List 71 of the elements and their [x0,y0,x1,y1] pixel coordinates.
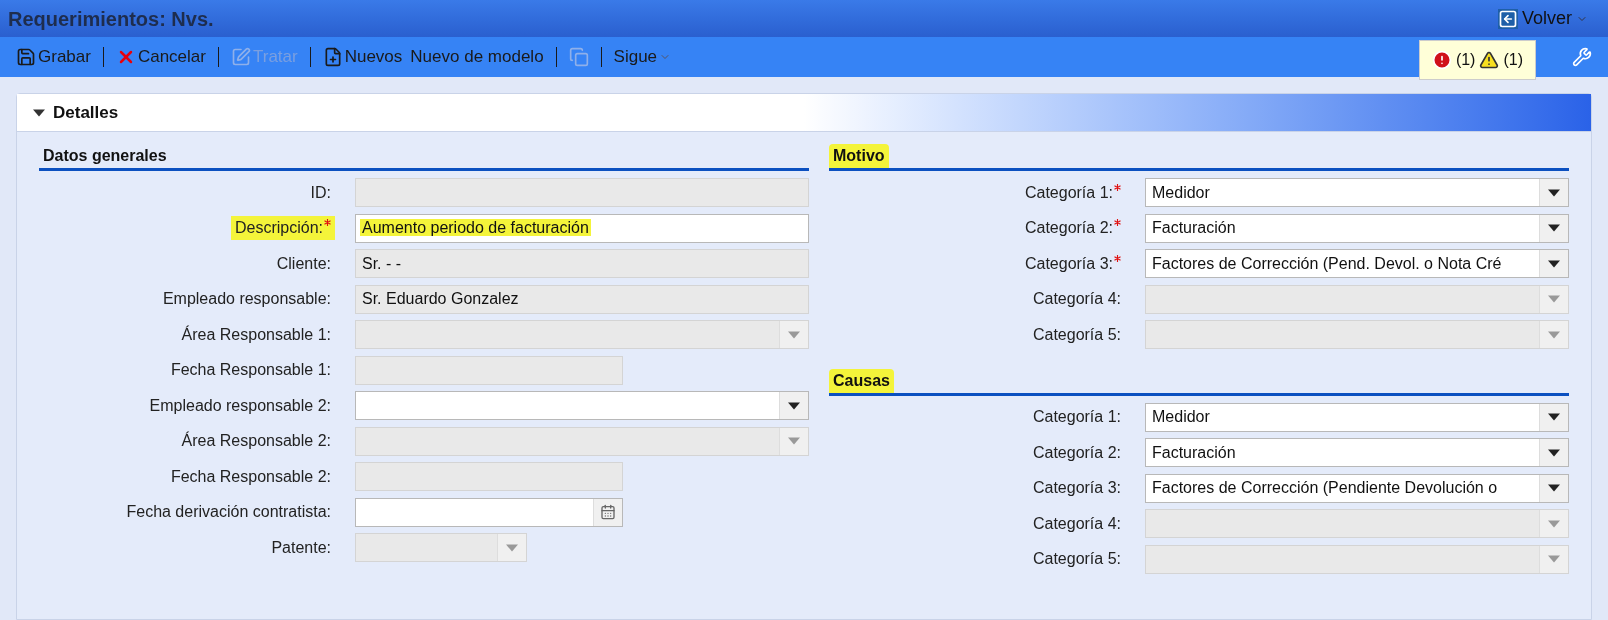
field-label: Categoría 3: [1031,478,1122,499]
section-heading: Causas [829,368,894,393]
calendar-icon[interactable] [600,504,616,521]
section-heading: Datos generales [42,146,168,166]
panel-header[interactable]: Detalles [17,94,1591,132]
settings-icon[interactable] [1572,47,1592,67]
field-label: Área Responsable 2: [180,430,332,452]
field-label: Área Responsable 1: [180,324,332,345]
copy-icon [568,47,589,67]
dropdown-field[interactable]: Medidor [1145,402,1569,432]
required-asterisk-icon [324,219,331,227]
error-icon [1431,50,1452,70]
field-label: Categoría 4: [1031,513,1122,534]
dropdown-field[interactable]: Factores de Corrección (Pendiente Devolución o [1145,473,1569,503]
dropdown-field[interactable] [355,391,809,421]
field-label: ID: [309,182,332,203]
required-asterisk-icon [1114,219,1121,227]
dropdown-field[interactable]: Facturación [1145,213,1569,243]
dropdown-arrow-icon [788,401,800,410]
field-label: Categoría 5: [1031,549,1122,570]
toolbar-button[interactable]: Grabar [12,44,95,70]
field-label: Empleado responsable: [161,289,332,310]
toolbar-button[interactable]: Nuevos [318,44,407,70]
field-label: Categoría 1: [1031,407,1122,428]
required-asterisk-icon [1114,183,1121,191]
dropdown-arrow-icon [1548,224,1560,233]
messages-popup[interactable]: (1) (1) [1418,40,1536,80]
dropdown-arrow-icon [506,543,518,552]
field-label: Fecha derivación contratista: [125,502,332,523]
field-label: Cliente: [275,253,332,274]
dropdown-arrow-icon [1548,555,1560,564]
toolbar-button[interactable]: Cancelar [111,44,210,70]
required-asterisk-icon [1114,254,1121,262]
dropdown-arrow-icon [788,437,800,446]
dropdown-field[interactable]: Medidor [1145,178,1569,208]
message-count: (1) [1455,50,1476,70]
section-heading: Motivo [829,144,889,168]
field-label: Descripción: [230,216,335,241]
field-label: Categoría 3: [1020,251,1125,276]
dropdown-arrow-icon [1548,448,1560,457]
back-arrow-icon [1497,8,1518,29]
date-field[interactable] [355,497,623,527]
window-title: Requerimientos: Nvs. [8,6,214,32]
field-label: Empleado responsable 2: [148,395,332,416]
dropdown-arrow-icon [1548,259,1560,268]
field-label: Categoría 2: [1020,216,1125,241]
dropdown-arrow-icon [1548,295,1560,304]
edit-icon [230,47,251,67]
dropdown-arrow-icon [1548,484,1560,493]
collapse-arrow-icon [33,108,45,117]
field-label: Categoría 4: [1031,289,1122,310]
dropdown-field[interactable]: Factores de Corrección (Pend. Devol. o Nota Cré [1145,249,1569,279]
warning-icon [1479,50,1500,70]
field-label: Patente: [270,537,332,558]
dropdown-arrow-icon [1548,519,1560,528]
save-icon [16,47,36,67]
message-count: (1) [1503,50,1523,70]
field-label: Fecha Responsable 2: [169,466,332,487]
dropdown-arrow-icon [1548,330,1560,339]
field-label: Categoría 2: [1031,442,1122,463]
dropdown-arrow-icon [788,330,800,339]
back-button[interactable]: Volver [1497,5,1600,32]
field-label: Categoría 1: [1020,180,1125,205]
field-label: Categoría 5: [1031,324,1122,345]
input-field[interactable]: Aumento periodo de facturación [355,213,809,243]
dropdown-arrow-icon [1548,413,1560,422]
toolbar-button[interactable]: Sigue [609,44,676,70]
dropdown-arrow-icon [1548,188,1560,197]
field-label: Fecha Responsable 1: [169,360,332,381]
dropdown-field[interactable]: Facturación [1145,438,1569,468]
toolbar-button[interactable]: Nuevo de modelo [406,44,548,70]
